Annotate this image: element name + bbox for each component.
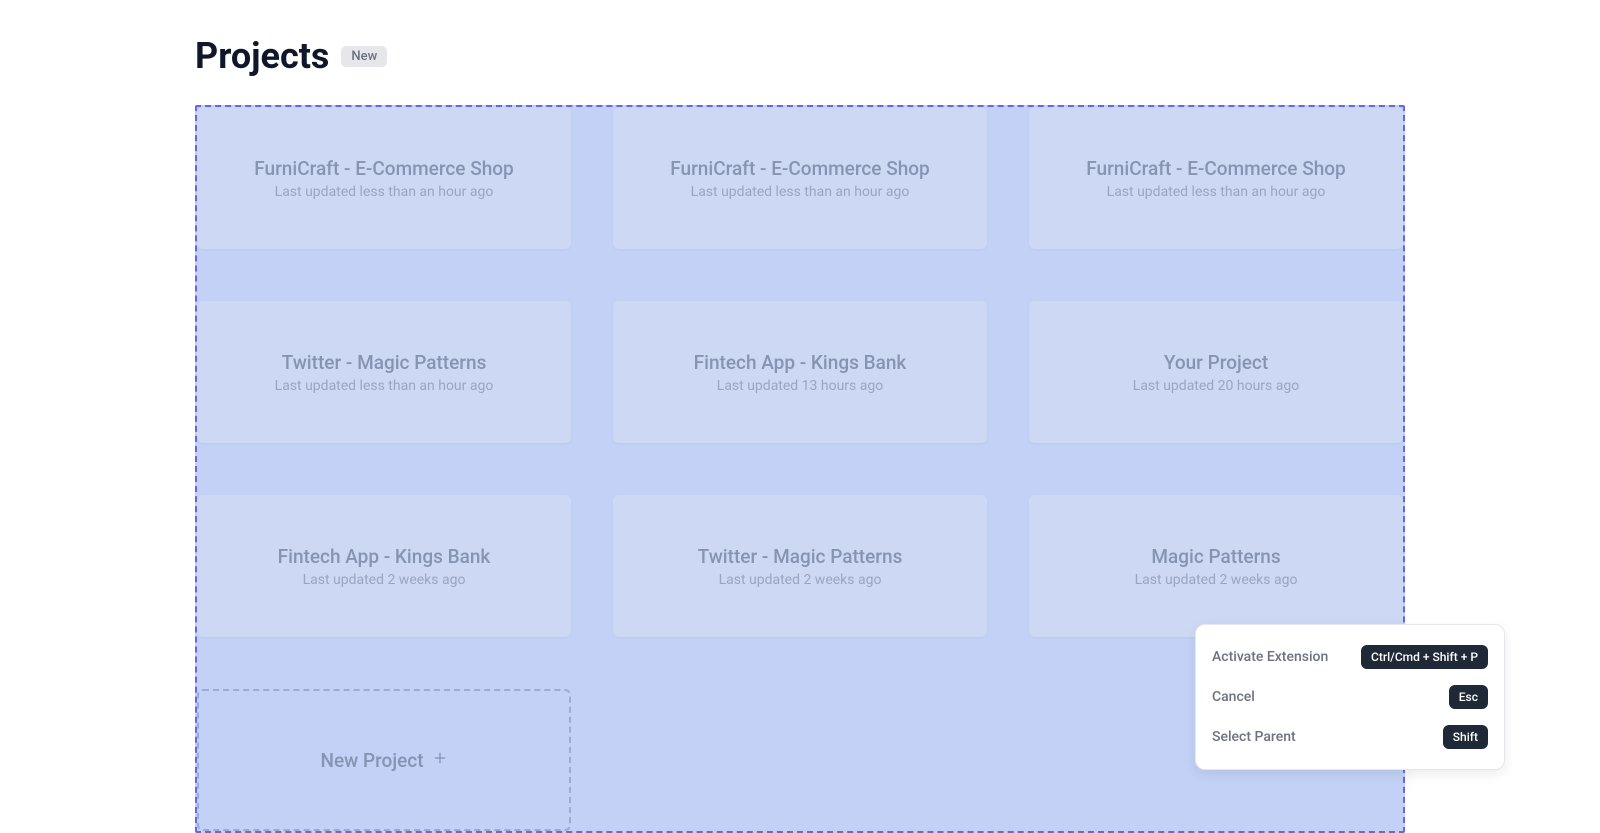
project-title: FurniCraft - E-Commerce Shop <box>670 157 929 180</box>
project-card[interactable]: Twitter - Magic Patterns Last updated 2 … <box>613 495 987 637</box>
project-title: Twitter - Magic Patterns <box>282 351 487 374</box>
project-title: Fintech App - Kings Bank <box>694 351 907 374</box>
project-title: Your Project <box>1164 351 1268 374</box>
project-card[interactable]: FurniCraft - E-Commerce Shop Last update… <box>1029 107 1403 249</box>
page-title: Projects <box>195 35 329 77</box>
new-badge[interactable]: New <box>341 46 387 67</box>
project-subtitle: Last updated less than an hour ago <box>1107 184 1326 200</box>
plus-icon <box>432 750 448 771</box>
project-title: Magic Patterns <box>1151 545 1280 568</box>
project-title: FurniCraft - E-Commerce Shop <box>1086 157 1345 180</box>
shortcut-key: Esc <box>1449 685 1488 709</box>
project-card[interactable]: FurniCraft - E-Commerce Shop Last update… <box>613 107 987 249</box>
project-card[interactable]: Twitter - Magic Patterns Last updated le… <box>197 301 571 443</box>
shortcut-label: Cancel <box>1212 689 1255 705</box>
project-card[interactable]: Magic Patterns Last updated 2 weeks ago <box>1029 495 1403 637</box>
project-subtitle: Last updated 20 hours ago <box>1133 378 1299 394</box>
shortcut-row-activate[interactable]: Activate Extension Ctrl/Cmd + Shift + P <box>1196 637 1504 677</box>
project-subtitle: Last updated 2 weeks ago <box>303 572 466 588</box>
project-title: FurniCraft - E-Commerce Shop <box>254 157 513 180</box>
shortcut-label: Activate Extension <box>1212 649 1328 665</box>
shortcut-key: Shift <box>1443 725 1488 749</box>
project-card[interactable]: Your Project Last updated 20 hours ago <box>1029 301 1403 443</box>
new-project-label: New Project <box>320 749 423 772</box>
page-header: Projects New <box>195 35 1405 77</box>
shortcut-key: Ctrl/Cmd + Shift + P <box>1361 645 1488 669</box>
shortcut-row-select-parent[interactable]: Select Parent Shift <box>1196 717 1504 757</box>
project-subtitle: Last updated less than an hour ago <box>275 184 494 200</box>
shortcut-row-cancel[interactable]: Cancel Esc <box>1196 677 1504 717</box>
project-title: Twitter - Magic Patterns <box>698 545 903 568</box>
project-subtitle: Last updated 13 hours ago <box>717 378 883 394</box>
project-title: Fintech App - Kings Bank <box>278 545 491 568</box>
project-subtitle: Last updated 2 weeks ago <box>719 572 882 588</box>
project-subtitle: Last updated 2 weeks ago <box>1135 572 1298 588</box>
project-card[interactable]: Fintech App - Kings Bank Last updated 2 … <box>197 495 571 637</box>
project-card[interactable]: FurniCraft - E-Commerce Shop Last update… <box>197 107 571 249</box>
shortcut-label: Select Parent <box>1212 729 1296 745</box>
project-card[interactable]: Fintech App - Kings Bank Last updated 13… <box>613 301 987 443</box>
project-subtitle: Last updated less than an hour ago <box>691 184 910 200</box>
project-subtitle: Last updated less than an hour ago <box>275 378 494 394</box>
shortcuts-panel: Activate Extension Ctrl/Cmd + Shift + P … <box>1195 624 1505 770</box>
new-project-card[interactable]: New Project <box>197 689 571 831</box>
